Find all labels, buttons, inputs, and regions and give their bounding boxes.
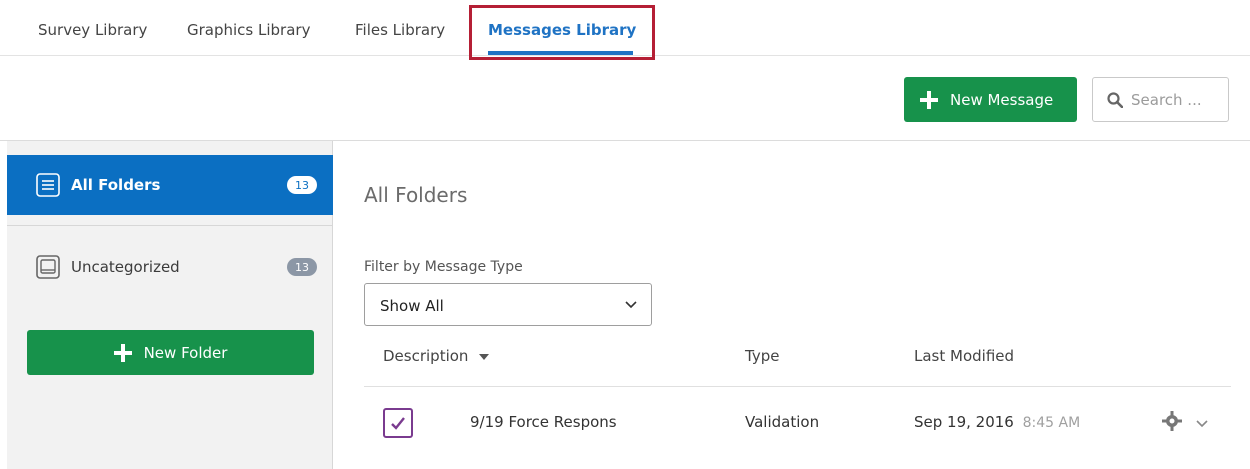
new-folder-label: New Folder [143, 343, 228, 362]
search-input[interactable] [1131, 90, 1211, 109]
chevron-down-icon[interactable] [1196, 420, 1208, 428]
chevron-down-icon [625, 301, 637, 309]
plus-icon [920, 90, 938, 109]
sidebar-divider [7, 225, 333, 226]
tab-survey-library[interactable]: Survey Library [38, 21, 147, 39]
count-badge: 13 [287, 258, 317, 276]
sidebar-item-uncategorized[interactable]: Uncategorized 13 [7, 237, 333, 297]
tab-files-library[interactable]: Files Library [355, 21, 445, 39]
plus-icon [113, 343, 132, 362]
search-field[interactable] [1092, 77, 1229, 122]
folder-sidebar: All Folders 13 Uncategorized 13 New Fold… [7, 141, 333, 469]
column-header-label: Description [383, 347, 469, 365]
row-time: 8:45 AM [1022, 415, 1081, 431]
row-type: Validation [745, 413, 820, 431]
row-last-modified: Sep 19, 2016 8:45 AM [914, 413, 1080, 431]
page-title: All Folders [364, 183, 468, 207]
message-type-dropdown[interactable]: Show All [364, 283, 652, 326]
new-message-button[interactable]: New Message [904, 77, 1077, 122]
gear-icon[interactable] [1162, 411, 1182, 431]
new-folder-button[interactable]: New Folder [27, 330, 314, 375]
tray-folder-icon [36, 255, 60, 279]
count-badge: 13 [287, 176, 317, 194]
row-description[interactable]: 9/19 Force Respons [470, 413, 617, 431]
table-header-divider [364, 386, 1231, 387]
dropdown-selected-value: Show All [380, 297, 444, 315]
filter-label: Filter by Message Type [364, 259, 523, 275]
list-folder-icon [36, 173, 60, 197]
tab-graphics-library[interactable]: Graphics Library [187, 21, 310, 39]
column-header-description[interactable]: Description [383, 347, 490, 365]
sort-down-icon [479, 353, 490, 360]
annotation-highlight-box [469, 5, 655, 60]
search-icon [1107, 91, 1123, 108]
row-date: Sep 19, 2016 [914, 413, 1014, 431]
column-header-type[interactable]: Type [745, 347, 779, 365]
column-header-last-modified[interactable]: Last Modified [914, 347, 1014, 365]
message-type-icon [383, 408, 413, 438]
sidebar-item-all-folders[interactable]: All Folders 13 [7, 155, 333, 215]
new-message-label: New Message [950, 90, 1054, 109]
sidebar-item-label: Uncategorized [71, 258, 180, 276]
sidebar-item-label: All Folders [71, 176, 161, 194]
